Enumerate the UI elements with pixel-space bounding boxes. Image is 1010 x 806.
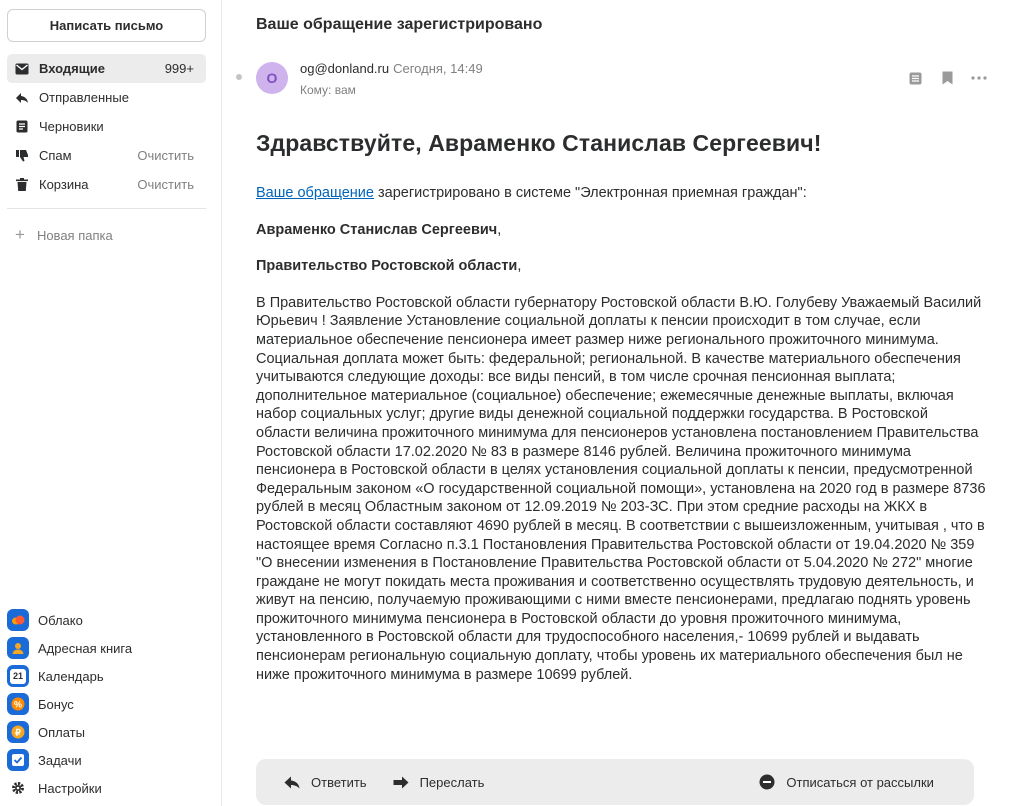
sidebar-item-sent[interactable]: Отправленные [7, 83, 206, 112]
message-body: Ваше обращение зарегистрировано в систем… [256, 184, 986, 702]
intro-paragraph: Ваше обращение зарегистрировано в систем… [256, 184, 986, 203]
clear-spam-link[interactable]: Очистить [137, 148, 194, 163]
translate-icon[interactable] [906, 69, 924, 87]
unread-count-badge: 999+ [164, 61, 194, 76]
read-status-dot[interactable] [236, 74, 242, 80]
message-toolbar [906, 69, 988, 87]
gear-icon [7, 777, 29, 799]
spam-icon [15, 149, 29, 163]
reply-label: Ответить [311, 774, 367, 790]
more-icon[interactable] [970, 69, 988, 87]
new-folder-button[interactable]: + Новая папка [15, 225, 113, 245]
bookmark-icon[interactable] [938, 69, 956, 87]
calendar-day: 21 [10, 668, 26, 684]
app-label: Настройки [38, 780, 102, 796]
app-tasks[interactable]: Задачи [7, 746, 206, 774]
sidebar-item-label: Спам [39, 148, 72, 163]
forward-label: Переслать [419, 774, 485, 790]
reply-button[interactable]: Ответить [283, 773, 367, 791]
recipient-line[interactable]: Кому: вам [300, 83, 356, 97]
apps-list: Облако Адресная книга 21 Календарь % Бон… [7, 606, 206, 802]
app-calendar[interactable]: 21 Календарь [7, 662, 206, 690]
app-label: Задачи [38, 752, 82, 768]
sidebar: Написать письмо Входящие 999+ Отправленн… [0, 0, 222, 806]
sidebar-item-label: Черновики [39, 119, 104, 134]
app-bonus[interactable]: % Бонус [7, 690, 206, 718]
svg-text:₽: ₽ [15, 728, 21, 738]
sidebar-item-label: Корзина [39, 177, 89, 192]
svg-text:%: % [14, 700, 22, 710]
app-payments[interactable]: ₽ Оплаты [7, 718, 206, 746]
name-paragraph: Авраменко Станислав Сергеевич, [256, 221, 986, 240]
app-label: Календарь [38, 668, 104, 684]
address-book-icon [7, 637, 29, 659]
app-address-book[interactable]: Адресная книга [7, 634, 206, 662]
clear-trash-link[interactable]: Очистить [137, 177, 194, 192]
plus-icon: + [15, 225, 25, 244]
tasks-icon [7, 749, 29, 771]
unsubscribe-label: Отписаться от рассылки [786, 774, 934, 790]
sidebar-item-trash[interactable]: Корзина Очистить [7, 170, 206, 199]
sidebar-item-spam[interactable]: Спам Очистить [7, 141, 206, 170]
divider [7, 208, 206, 209]
cloud-icon [7, 609, 29, 631]
sidebar-item-label: Отправленные [39, 90, 129, 105]
message-view: Ваше обращение зарегистрировано О og@don… [223, 0, 1010, 806]
reply-bar: Ответить Переслать Отписаться от рассылк… [256, 759, 974, 805]
applicant-name: Авраменко Станислав Сергеевич [256, 221, 498, 238]
app-label: Бонус [38, 696, 74, 712]
new-folder-label: Новая папка [36, 227, 113, 243]
bonus-icon: % [7, 693, 29, 715]
sidebar-item-drafts[interactable]: Черновики [7, 112, 206, 141]
unsubscribe-icon [758, 773, 776, 791]
message-date: Сегодня, 14:49 [393, 61, 483, 76]
app-cloud[interactable]: Облако [7, 606, 206, 634]
inbox-icon [15, 62, 29, 76]
message-subject: Ваше обращение зарегистрировано [256, 16, 543, 33]
sender-line: og@donland.ru Сегодня, 14:49 [300, 61, 483, 76]
app-label: Облако [38, 612, 83, 628]
comma: , [497, 221, 502, 238]
drafts-icon [15, 120, 29, 134]
app-label: Оплаты [38, 724, 85, 740]
trash-icon [15, 178, 29, 192]
app-settings[interactable]: Настройки [7, 774, 206, 802]
unsubscribe-button[interactable]: Отписаться от рассылки [758, 773, 934, 791]
organization-name: Правительство Ростовской области [256, 258, 518, 275]
folder-list: Входящие 999+ Отправленные Черновики Спа… [7, 54, 206, 199]
avatar[interactable]: О [256, 62, 288, 94]
forward-button[interactable]: Переслать [392, 773, 485, 791]
reply-icon [283, 773, 301, 791]
sidebar-item-label: Входящие [39, 61, 105, 76]
forward-icon [392, 773, 410, 791]
sender-address[interactable]: og@donland.ru [300, 61, 389, 76]
greeting-heading: Здравствуйте, Авраменко Станислав Сергее… [256, 130, 822, 156]
appeal-text: В Правительство Ростовской области губер… [256, 294, 986, 683]
comma: , [517, 258, 522, 275]
intro-text: зарегистрировано в системе "Электронная … [373, 185, 807, 201]
calendar-icon: 21 [7, 665, 29, 687]
org-paragraph: Правительство Ростовской области, [256, 257, 986, 276]
sidebar-item-inbox[interactable]: Входящие 999+ [7, 54, 206, 83]
compose-button[interactable]: Написать письмо [7, 9, 206, 42]
appeal-link[interactable]: Ваше обращение [256, 185, 374, 201]
app-label: Адресная книга [38, 640, 133, 656]
sent-icon [15, 91, 29, 105]
payments-icon: ₽ [7, 721, 29, 743]
